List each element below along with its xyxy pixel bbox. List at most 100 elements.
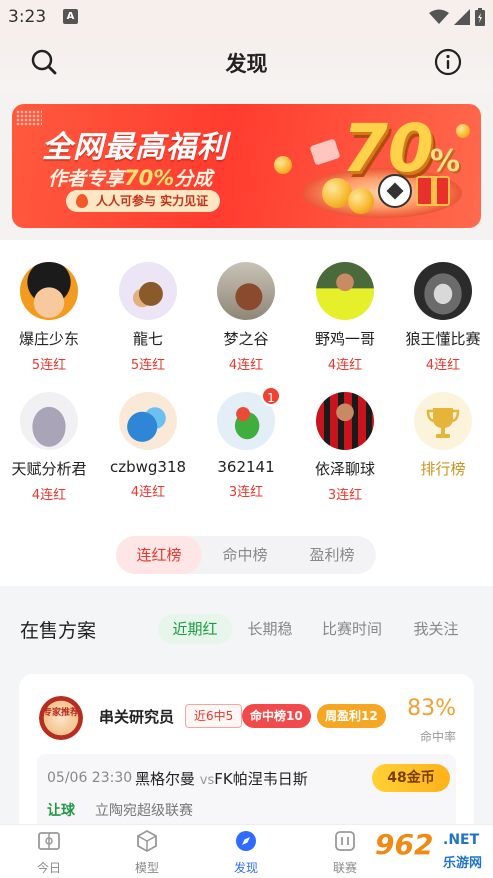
coin-icon (348, 188, 374, 214)
expert-streak: 5连红 (31, 358, 67, 373)
expert-streak: 5连红 (130, 358, 166, 373)
banner-pill-text: 人人可参与 实力见证 (96, 194, 209, 208)
expert-name: 天赋分析君 (11, 460, 87, 478)
filter-following[interactable]: 我关注 (400, 614, 472, 644)
nav-discover-label: 发现 (233, 861, 258, 875)
record-tag: 近6中5 (185, 704, 243, 728)
vs-label: vs (199, 773, 215, 788)
avatar (316, 262, 374, 320)
filter-recent-red[interactable]: 近期红 (158, 614, 232, 644)
avatar (217, 262, 275, 320)
avatar (20, 262, 78, 320)
banner-percent: % (430, 144, 461, 179)
expert-name: 狼王懂比赛 (405, 330, 481, 348)
cube-icon (137, 829, 157, 853)
expert-streak: 4连红 (228, 358, 264, 373)
nav-discover[interactable]: 发现 (211, 829, 281, 876)
hit-rank-tag: 命中榜10 (242, 704, 311, 728)
banner-section: 全网最高福利 作者专享70%分成 人人可参与 实力见证 70 % (0, 92, 493, 240)
tab-profit-rank[interactable]: 盈利榜 (288, 536, 376, 574)
flame-icon (76, 194, 88, 208)
expert-item[interactable]: 依泽聊球 3连红 (296, 392, 394, 503)
expert-name: 依泽聊球 (314, 460, 375, 478)
filter-long-stable[interactable]: 长期稳 (236, 614, 304, 644)
expert-streak: 3连红 (228, 485, 264, 500)
leaderboard-label: 排行榜 (420, 460, 466, 478)
nav-today[interactable]: 今日 (14, 829, 84, 876)
watermark-brand: 962 (375, 828, 434, 861)
gift-icon (416, 176, 450, 206)
bet-kind: 让球 (47, 803, 75, 819)
banner-subline-highlight: 70% (124, 166, 175, 190)
avatar (414, 262, 472, 320)
banner-subline: 作者专享70%分成 (48, 164, 212, 191)
battery-icon (475, 8, 485, 26)
banner-dots-decoration (16, 110, 42, 126)
tab-streak-rank[interactable]: 连红榜 (116, 536, 202, 574)
expert-streak: 4连红 (327, 358, 363, 373)
compass-icon (236, 831, 256, 851)
away-team: FK帕涅韦日斯 (214, 770, 308, 788)
expert-item[interactable]: 狼王懂比赛 4连红 (394, 262, 492, 373)
coin-icon (274, 156, 292, 174)
system-icons (429, 8, 485, 26)
league-icon (335, 831, 355, 851)
soccer-ball-icon (378, 174, 412, 208)
price-button[interactable]: 48金币 (372, 764, 450, 792)
plans-header: 在售方案 近期红 长期稳 比赛时间 我关注 (0, 598, 493, 660)
nav-today-label: 今日 (36, 861, 61, 875)
seal-text: 专家推荐 (42, 708, 79, 718)
experts-section: 爆庄少东 5连红 龍七 5连红 梦之谷 4连红 野鸡一哥 4连红 狼王懂比赛 4… (0, 240, 493, 586)
expert-name: 爆庄少东 (18, 330, 79, 348)
nav-model-label: 模型 (134, 861, 159, 875)
unread-badge: 1 (261, 386, 281, 406)
ticket-icon (309, 138, 341, 166)
promo-banner[interactable]: 全网最高福利 作者专享70%分成 人人可参与 实力见证 70 % (12, 104, 481, 228)
tab-hit-rank[interactable]: 命中榜 (202, 536, 288, 574)
expert-item[interactable]: czbwg318 4连红 (99, 392, 197, 500)
avatar: 1 (217, 386, 281, 450)
info-icon[interactable] (434, 48, 462, 76)
page-title: 发现 (225, 52, 268, 76)
avatar (119, 262, 177, 320)
weekly-profit-tag: 周盈利12 (317, 704, 386, 728)
top-header: 发现 (0, 34, 493, 92)
home-team: 黑格尔曼 (135, 770, 196, 788)
stadium-icon (38, 832, 60, 850)
notification-icon: A (63, 9, 78, 24)
match-teams: 黑格尔曼 vsFK帕涅韦日斯 (135, 768, 308, 789)
expert-item[interactable]: 野鸡一哥 4连红 (296, 262, 394, 373)
banner-subline-prefix: 作者专享 (48, 168, 125, 190)
banner-headline: 全网最高福利 (42, 130, 228, 165)
expert-name: czbwg318 (109, 458, 187, 476)
banner-pill: 人人可参与 实力见证 (66, 190, 221, 212)
expert-name: 龍七 (132, 330, 163, 348)
expert-item[interactable]: 龍七 5连红 (99, 262, 197, 373)
avatar (119, 392, 177, 450)
leaderboard-entry[interactable]: 排行榜 (394, 392, 492, 479)
expert-item[interactable]: 天赋分析君 4连红 (0, 392, 98, 503)
banner-subline-suffix: 分成 (174, 168, 213, 190)
plans-title: 在售方案 (20, 620, 97, 642)
status-bar: 3:23 A (0, 0, 493, 34)
match-time: 05/06 23:30 (47, 770, 133, 786)
filter-match-time[interactable]: 比赛时间 (314, 614, 390, 644)
status-time: 3:23 (8, 7, 47, 27)
wifi-icon (429, 9, 449, 24)
expert-item[interactable]: 爆庄少东 5连红 (0, 262, 98, 373)
expert-streak: 4连红 (130, 485, 166, 500)
expert-seal-icon: 专家推荐 (39, 696, 83, 740)
expert-item[interactable]: 1 362141 3连红 (197, 386, 295, 500)
coin-icon (456, 124, 470, 138)
expert-name: 362141 (217, 458, 275, 476)
expert-streak: 4连红 (31, 488, 67, 503)
ranking-tabs: 连红榜 命中榜 盈利榜 (116, 536, 376, 574)
expert-item[interactable]: 梦之谷 4连红 (197, 262, 295, 373)
watermark-site: 乐游网 (443, 856, 483, 871)
avatar (20, 392, 78, 450)
signal-icon (454, 9, 470, 25)
watermark-domain: .NET (443, 832, 480, 848)
plan-author: 串关研究员 (99, 708, 175, 726)
nav-model[interactable]: 模型 (112, 829, 182, 876)
hit-rate-value: 83% (407, 696, 456, 721)
